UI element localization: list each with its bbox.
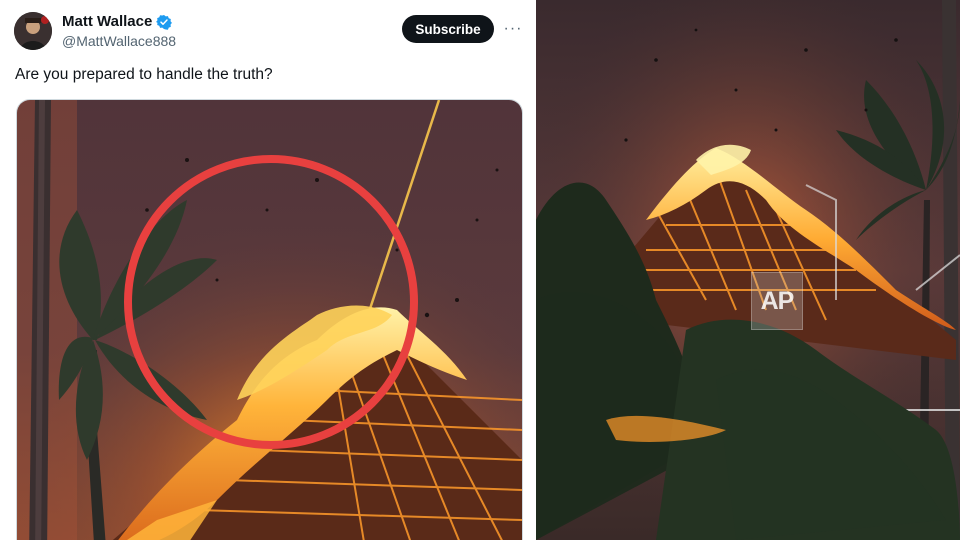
verified-check-icon: [156, 14, 173, 30]
avatar[interactable]: [14, 12, 52, 50]
more-options-icon[interactable]: ···: [502, 18, 524, 40]
post-image[interactable]: [16, 99, 523, 540]
subscribe-button[interactable]: Subscribe: [402, 15, 494, 43]
post-text: Are you prepared to handle the truth?: [15, 66, 273, 83]
author-name[interactable]: Matt Wallace: [62, 13, 173, 30]
author-handle[interactable]: @MattWallace888: [62, 33, 176, 49]
news-photo: AP: [536, 0, 960, 540]
social-post: Matt Wallace @MattWallace888 Subscribe ·…: [0, 0, 533, 540]
author-name-text[interactable]: Matt Wallace: [62, 13, 152, 30]
ap-watermark: AP: [751, 272, 803, 330]
